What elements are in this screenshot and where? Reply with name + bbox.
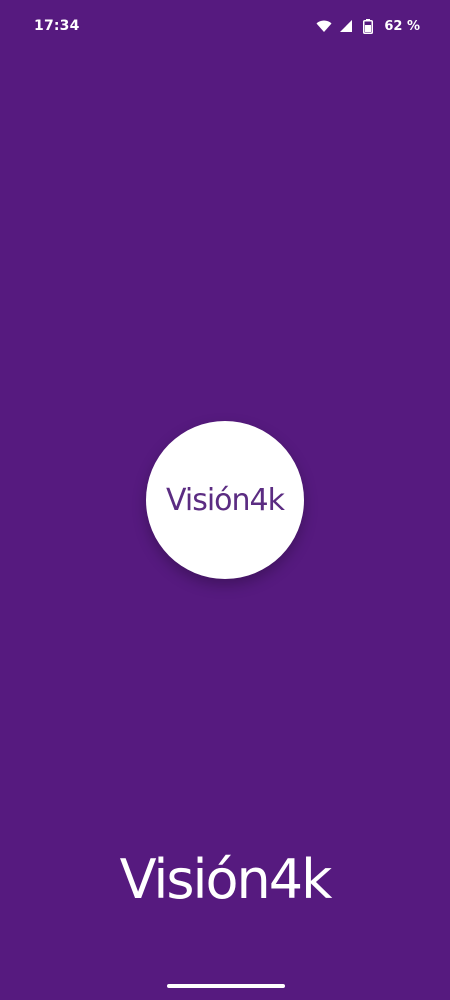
wifi-icon bbox=[316, 18, 332, 34]
brand-wordmark: Visión4k bbox=[119, 848, 333, 911]
battery-percent: 62 % bbox=[384, 18, 420, 34]
status-bar: 17:34 62 % bbox=[0, 0, 450, 52]
battery-icon bbox=[360, 18, 376, 34]
signal-icon bbox=[338, 18, 354, 34]
app-logo-circle: Visión4k bbox=[146, 421, 304, 579]
status-icons: 62 % bbox=[316, 18, 420, 34]
status-time: 17:34 bbox=[34, 18, 80, 34]
app-logo-text: Visión4k bbox=[166, 482, 285, 518]
gesture-nav-handle[interactable] bbox=[167, 984, 285, 988]
